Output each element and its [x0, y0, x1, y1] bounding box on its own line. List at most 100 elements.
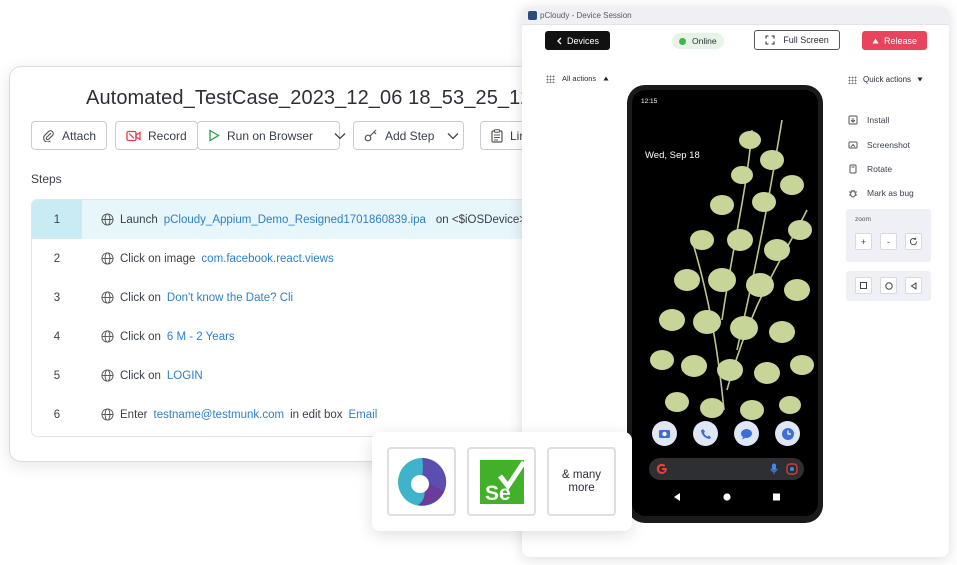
all-actions-toggle[interactable]: All actions: [546, 74, 609, 83]
pcloudy-logo-icon: [528, 11, 537, 20]
device-nav-panel: [846, 271, 931, 301]
step-middle: in edit box: [290, 408, 343, 421]
all-actions-label: All actions: [562, 74, 597, 83]
nav-home-icon: [723, 493, 731, 501]
step-row[interactable]: 5 Click on LOGIN: [32, 356, 568, 395]
status-bar-time: 12:15: [641, 98, 658, 105]
add-step-label: Add Step: [385, 128, 435, 143]
window-title: pCloudy - Device Session: [540, 11, 632, 20]
back-button[interactable]: [905, 277, 922, 294]
pcloudy-swirl-logo: [397, 457, 446, 506]
chevron-down-icon: [334, 132, 346, 139]
quick-actions-label: Quick actions: [863, 75, 912, 84]
integrations-card: Se & many more: [372, 432, 632, 531]
pcloudy-logo-tile: [387, 447, 456, 516]
step-number: 6: [53, 408, 61, 421]
lens-icon[interactable]: [786, 463, 798, 475]
zoom-out-button[interactable]: -: [880, 233, 897, 250]
microphone-icon[interactable]: [770, 463, 778, 475]
steps-list: 1 Launch pCloudy_Appium_Demo_Resigned170…: [31, 199, 568, 437]
device-screen[interactable]: 12:15 Wed, Sep 18: [632, 90, 818, 516]
step-row[interactable]: 3 Click on Don't know the Date? Cli: [32, 278, 568, 317]
square-icon: [860, 282, 867, 289]
full-screen-button[interactable]: Full Screen: [754, 30, 840, 50]
play-icon: [209, 129, 220, 142]
lockscreen-date: Wed, Sep 18: [645, 150, 700, 161]
globe-icon: [101, 213, 114, 226]
android-nav-bar: [674, 493, 780, 501]
testcase-panel: Automated_TestCase_2023_12_06 18_53_25_1…: [9, 66, 569, 462]
step-target-link[interactable]: LOGIN: [167, 370, 203, 382]
clipboard-icon: [491, 128, 503, 143]
release-button[interactable]: Release: [862, 31, 927, 50]
screenshot-action[interactable]: Screenshot: [848, 140, 910, 150]
camera-app-icon[interactable]: [652, 421, 677, 446]
selenium-logo: Se: [479, 459, 526, 505]
triangle-up-icon: [603, 76, 609, 81]
run-on-browser-label: Run on Browser: [227, 128, 314, 143]
mark-as-bug-action[interactable]: Mark as bug: [848, 188, 914, 198]
attach-label: Attach: [62, 128, 97, 143]
selenium-text: Se: [485, 482, 511, 505]
record-button[interactable]: Record: [115, 121, 198, 150]
step-target-link[interactable]: testname@testmunk.com: [154, 409, 285, 421]
step-suffix: on <$iOSDevice>: [435, 213, 527, 226]
google-g-icon: [656, 463, 667, 474]
paperclip-icon: [43, 130, 54, 142]
zoom-label: zoom: [855, 216, 871, 223]
step-target-link[interactable]: pCloudy_Appium_Demo_Resigned1701860839.i…: [164, 214, 426, 226]
fullscreen-icon: [765, 35, 775, 45]
globe-icon: [101, 330, 114, 343]
screenshot-label: Screenshot: [867, 140, 910, 150]
attach-button[interactable]: Attach: [31, 121, 108, 150]
bug-icon: [849, 189, 857, 198]
globe-icon: [101, 408, 114, 421]
rotate-icon: [849, 164, 857, 174]
step-target-link[interactable]: Don't know the Date? Cli: [167, 292, 293, 304]
step-row[interactable]: 2 Click on image com.facebook.react.view…: [32, 239, 568, 278]
many-more-tile: & many more: [547, 447, 616, 516]
zoom-reset-button[interactable]: [905, 233, 922, 250]
globe-icon: [101, 369, 114, 382]
online-status-badge: Online: [672, 33, 724, 49]
rotate-action[interactable]: Rotate: [848, 164, 892, 174]
add-step-button[interactable]: Add Step: [353, 121, 464, 150]
steps-heading: Steps: [31, 172, 62, 186]
step-target-link[interactable]: com.facebook.react.views: [201, 253, 333, 265]
globe-icon: [101, 291, 114, 304]
step-row[interactable]: 6 Enter testname@testmunk.com in edit bo…: [32, 395, 568, 434]
clock-app-icon[interactable]: [775, 421, 800, 446]
step-number: 3: [53, 291, 61, 304]
step-action: Enter: [120, 408, 148, 421]
step-number: 4: [53, 330, 61, 343]
step-target-link-2[interactable]: Email: [349, 409, 378, 421]
quick-actions-toggle[interactable]: Quick actions: [848, 75, 923, 84]
mark-as-bug-label: Mark as bug: [867, 188, 914, 198]
install-action[interactable]: Install: [848, 115, 889, 125]
full-screen-label: Full Screen: [783, 35, 829, 45]
step-row[interactable]: 1 Launch pCloudy_Appium_Demo_Resigned170…: [32, 200, 568, 239]
step-action: Click on: [120, 369, 161, 382]
step-action: Launch: [120, 213, 158, 226]
messages-app-icon[interactable]: [734, 421, 759, 446]
triangle-down-icon: [917, 77, 923, 82]
zoom-in-button[interactable]: +: [855, 233, 872, 250]
home-button[interactable]: [880, 277, 897, 294]
run-on-browser-button[interactable]: Run on Browser: [197, 121, 346, 150]
grid-dots-icon: [848, 75, 857, 84]
devices-button[interactable]: Devices: [545, 31, 610, 50]
step-row[interactable]: 4 Click on 6 M - 2 Years: [32, 317, 568, 356]
nav-recents-icon: [773, 493, 780, 501]
google-search-bar[interactable]: [649, 458, 804, 480]
recent-apps-button[interactable]: [855, 277, 872, 294]
zoom-in-label: +: [860, 236, 867, 247]
step-number: 5: [53, 369, 61, 382]
phone-app-icon[interactable]: [693, 421, 718, 446]
many-more-label: & many more: [562, 468, 601, 494]
online-label: Online: [692, 36, 717, 46]
step-number: 2: [53, 252, 61, 265]
back-triangle-icon: [910, 281, 916, 290]
chevron-left-icon: [557, 37, 562, 44]
step-target-link[interactable]: 6 M - 2 Years: [167, 331, 235, 343]
record-label: Record: [148, 128, 187, 143]
